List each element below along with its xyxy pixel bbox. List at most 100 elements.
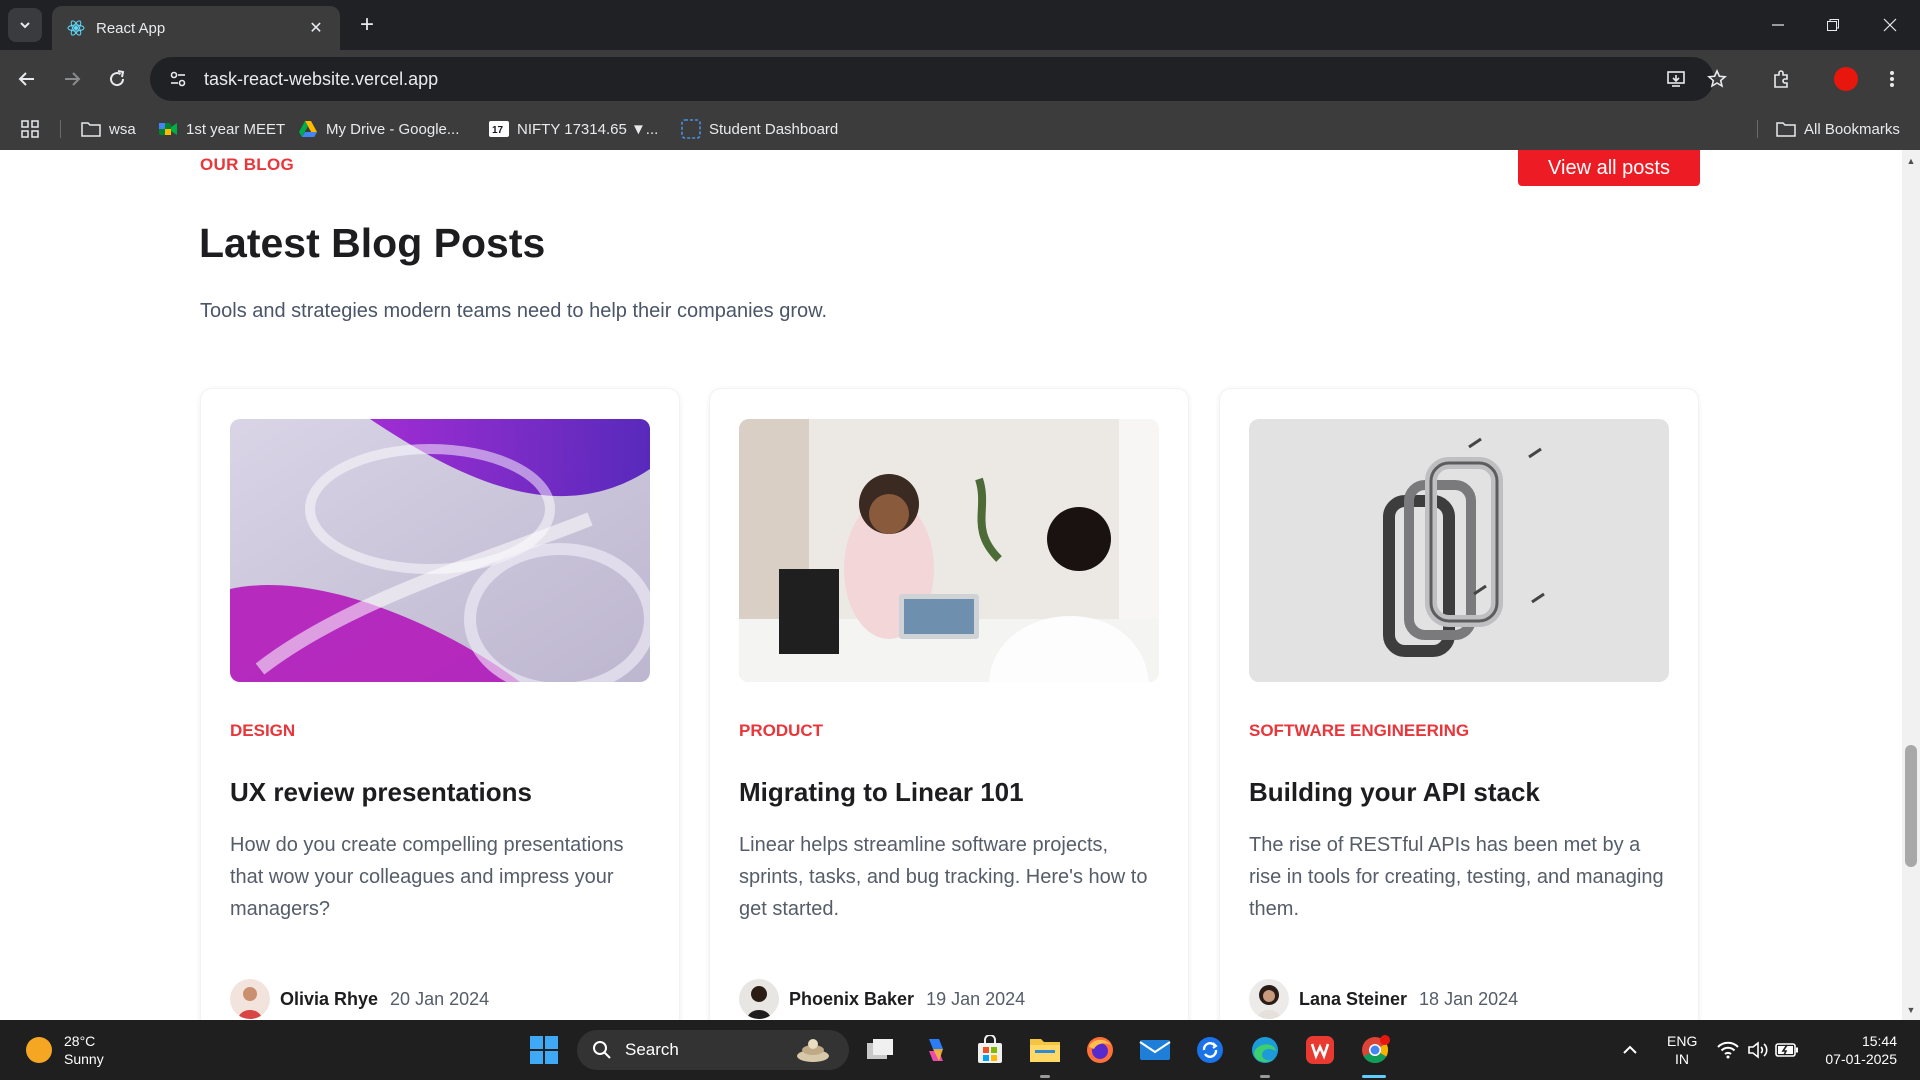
chrome-icon <box>1362 1035 1390 1064</box>
blog-card[interactable]: SOFTWARE ENGINEERING Building your API s… <box>1219 388 1699 1020</box>
tab-strip: React App ✕ + <box>0 0 1920 50</box>
avatar <box>1249 979 1289 1019</box>
install-app-button[interactable] <box>1659 62 1693 96</box>
puzzle-icon <box>1774 70 1788 88</box>
post-author: Lana Steiner 18 Jan 2024 <box>1249 979 1518 1019</box>
bookmark-star-button[interactable] <box>1700 62 1734 96</box>
windows-taskbar: 28°C Sunny Search ENG IN 15:44 07-01-202… <box>0 1020 1920 1080</box>
scroll-up-icon[interactable]: ▲ <box>1906 156 1916 166</box>
store-button[interactable] <box>972 1032 1008 1068</box>
bookmark-label: wsa <box>109 120 136 138</box>
extensions-button[interactable] <box>1764 62 1798 96</box>
blog-card[interactable]: DESIGN UX review presentations How do yo… <box>200 388 680 1020</box>
start-button[interactable] <box>526 1032 562 1068</box>
clock-time: 15:44 <box>1861 1033 1897 1049</box>
weather-widget[interactable]: 28°C Sunny <box>26 1032 104 1068</box>
search-highlight-icon <box>791 1036 831 1069</box>
site-settings-icon[interactable] <box>164 65 192 93</box>
address-bar[interactable]: task-react-website.vercel.app <box>150 57 1714 101</box>
chevron-down-icon <box>20 22 30 29</box>
new-tab-button[interactable]: + <box>352 10 382 40</box>
weather-temp: 28°C <box>64 1033 96 1049</box>
post-title[interactable]: UX review presentations <box>230 777 532 808</box>
battery-status[interactable] <box>1773 1032 1801 1068</box>
page-title: Latest Blog Posts <box>199 220 546 266</box>
apps-button[interactable] <box>20 108 40 150</box>
search-label: Search <box>625 1040 679 1059</box>
copilot-icon <box>929 1039 943 1061</box>
mail-button[interactable] <box>1137 1032 1173 1068</box>
show-hidden-icons-button[interactable] <box>1616 1032 1644 1068</box>
input-language[interactable]: ENG IN <box>1667 1032 1697 1068</box>
close-window-button[interactable] <box>1870 8 1910 42</box>
page-viewport: OUR BLOG View all posts Latest Blog Post… <box>0 150 1920 1020</box>
restore-icon <box>1827 19 1839 31</box>
bookmark-label: NIFTY 17314.65 ▼... <box>517 120 659 138</box>
firefox-button[interactable] <box>1082 1032 1118 1068</box>
post-title[interactable]: Migrating to Linear 101 <box>739 777 1024 808</box>
post-category: PRODUCT <box>739 721 824 740</box>
bookmarks-divider <box>60 120 61 138</box>
post-image-office-meeting <box>739 419 1159 682</box>
folder-icon <box>1776 119 1796 139</box>
scrollbar-thumb[interactable] <box>1905 745 1917 867</box>
back-button[interactable] <box>10 62 44 96</box>
all-bookmarks-label: All Bookmarks <box>1804 120 1900 138</box>
browser-tab[interactable]: React App ✕ <box>52 6 340 50</box>
author-name: Lana Steiner <box>1299 988 1408 1009</box>
scroll-down-icon[interactable]: ▼ <box>1906 1005 1916 1015</box>
speaker-icon <box>1748 1041 1768 1059</box>
tradingview-icon: 17 <box>489 119 509 139</box>
task-view-button[interactable] <box>862 1032 898 1068</box>
dashboard-icon <box>681 119 701 139</box>
install-icon <box>1667 71 1685 87</box>
avatar <box>230 979 270 1019</box>
taskbar-search[interactable]: Search <box>577 1030 849 1070</box>
svg-text:17: 17 <box>492 125 504 136</box>
bookmark-student-dashboard[interactable]: Student Dashboard <box>681 108 838 150</box>
forward-button[interactable] <box>55 62 89 96</box>
post-category: DESIGN <box>230 721 296 740</box>
minimize-button[interactable] <box>1758 8 1798 42</box>
menu-button[interactable] <box>1875 62 1909 96</box>
post-title[interactable]: Building your API stack <box>1249 777 1540 808</box>
running-indicator <box>1040 1075 1050 1078</box>
post-date: 20 Jan 2024 <box>390 988 490 1009</box>
chrome-button[interactable] <box>1357 1032 1393 1068</box>
volume-status[interactable] <box>1744 1032 1772 1068</box>
wifi-status[interactable] <box>1714 1032 1742 1068</box>
bookmark-drive[interactable]: My Drive - Google... <box>298 108 459 150</box>
bookmark-meet[interactable]: 1st year MEET <box>158 108 285 150</box>
url-text: task-react-website.vercel.app <box>204 68 439 89</box>
arrow-left-icon <box>18 72 34 86</box>
minimize-icon <box>1772 24 1784 26</box>
google-drive-icon <box>298 119 318 139</box>
star-icon <box>1707 69 1727 88</box>
browser-toolbar: task-react-website.vercel.app <box>0 50 1920 108</box>
arrow-right-icon <box>65 72 81 86</box>
post-image-abstract-glass <box>230 419 650 682</box>
search-icon <box>591 1039 613 1061</box>
wps-office-button[interactable] <box>1302 1032 1338 1068</box>
post-date: 18 Jan 2024 <box>1419 988 1519 1009</box>
profile-avatar[interactable] <box>1834 67 1858 91</box>
sync-app-button[interactable] <box>1192 1032 1228 1068</box>
file-explorer-button[interactable] <box>1027 1032 1063 1068</box>
page-scrollbar[interactable]: ▲ ▼ <box>1902 150 1920 1020</box>
restore-button[interactable] <box>1813 8 1853 42</box>
blog-card[interactable]: PRODUCT Migrating to Linear 101 Linear h… <box>709 388 1189 1020</box>
windows-logo-icon <box>530 1036 558 1064</box>
copilot-button[interactable] <box>918 1032 954 1068</box>
edge-button[interactable] <box>1247 1032 1283 1068</box>
reload-button[interactable] <box>100 62 134 96</box>
view-all-posts-button[interactable]: View all posts <box>1518 150 1700 186</box>
author-name: Phoenix Baker <box>789 988 915 1009</box>
bookmark-nifty[interactable]: 17 NIFTY 17314.65 ▼... <box>489 108 658 150</box>
bookmark-wsa[interactable]: wsa <box>81 108 136 150</box>
close-tab-icon[interactable]: ✕ <box>306 18 326 38</box>
tab-search-button[interactable] <box>8 8 42 42</box>
more-vertical-icon <box>1890 71 1894 87</box>
all-bookmarks-button[interactable]: All Bookmarks <box>1776 108 1900 150</box>
post-image-metal-frames <box>1249 419 1669 682</box>
system-clock[interactable]: 15:44 07-01-2025 <box>1815 1032 1897 1068</box>
